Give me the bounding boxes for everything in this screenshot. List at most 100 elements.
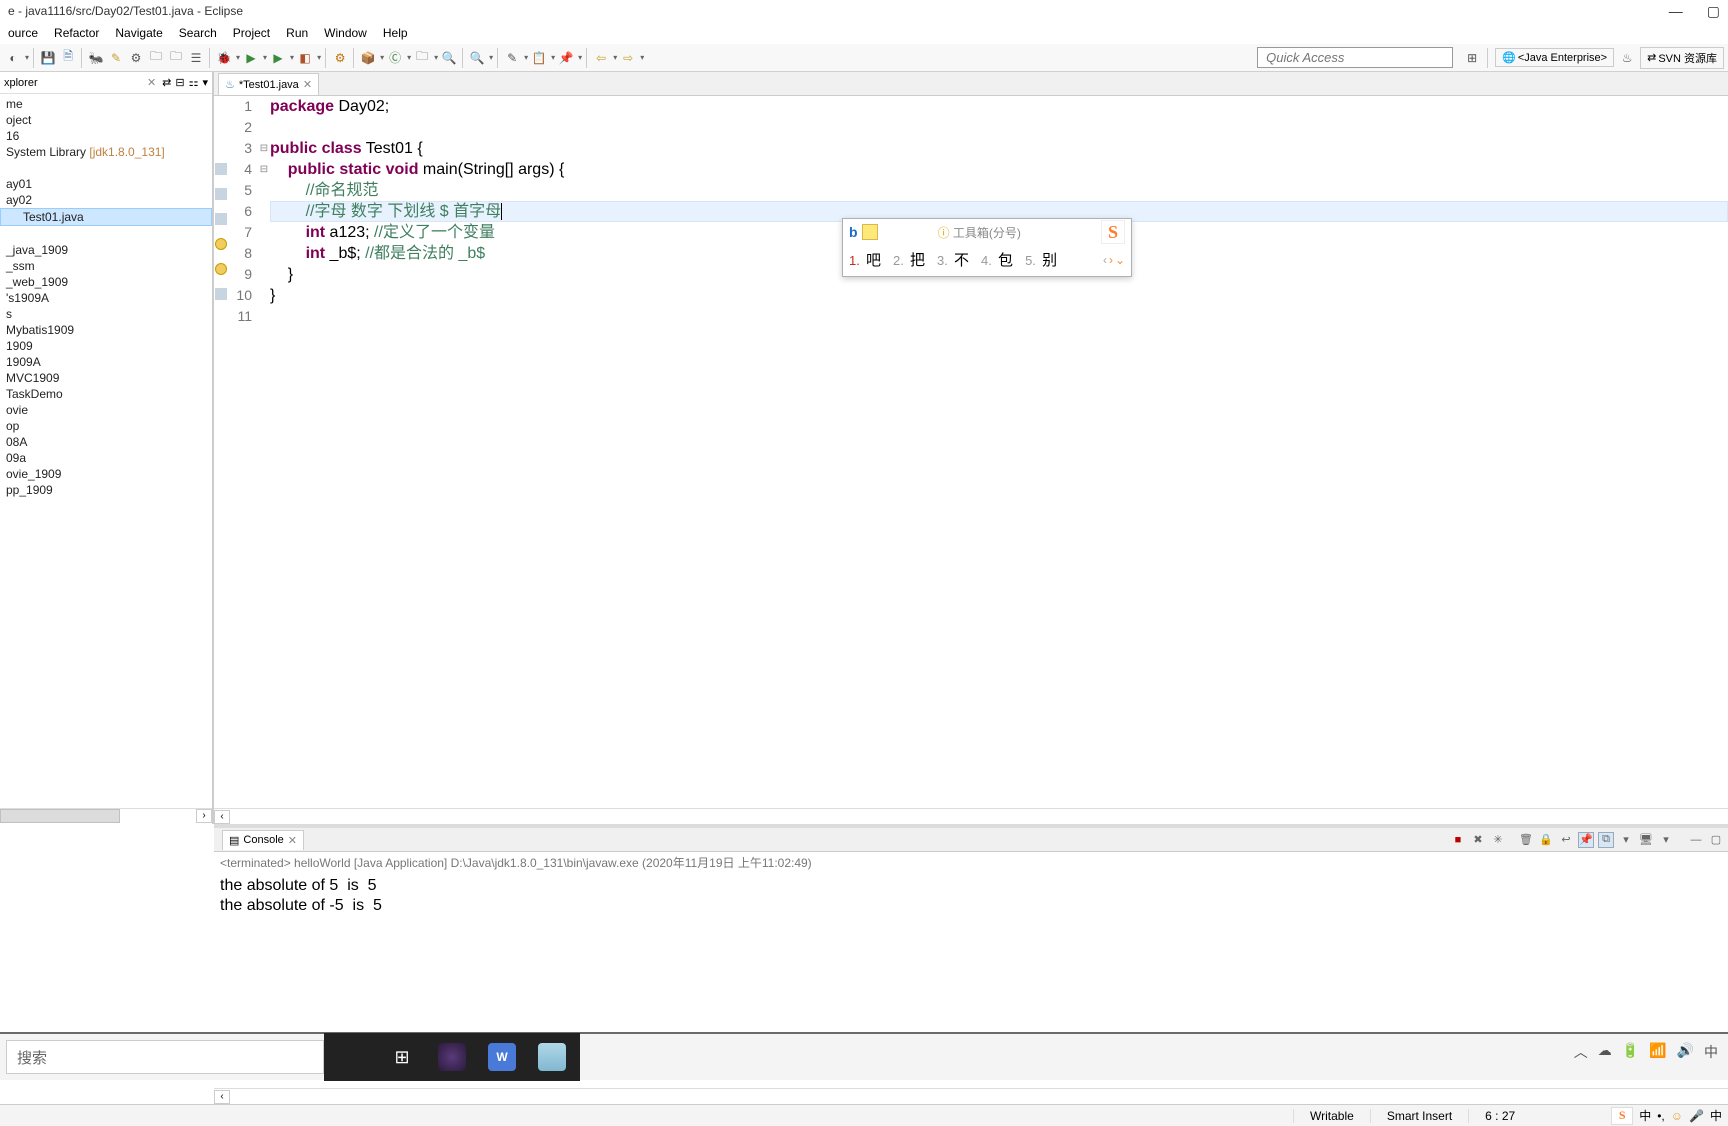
- menu-refactor[interactable]: Refactor: [48, 24, 105, 42]
- minimize-icon[interactable]: —: [1669, 3, 1683, 20]
- ext-tool-icon[interactable]: ⚙: [331, 49, 349, 67]
- tree-item[interactable]: s: [0, 306, 212, 322]
- debug-icon[interactable]: 🐞: [215, 49, 233, 67]
- link-editor-icon[interactable]: ⊟: [175, 76, 184, 89]
- tray-onedrive-icon[interactable]: ☁: [1598, 1042, 1612, 1062]
- ime-next-icon[interactable]: ›: [1109, 253, 1113, 267]
- warning-icon[interactable]: [215, 263, 227, 275]
- filter-icon[interactable]: ⚏: [189, 76, 199, 89]
- forward-icon[interactable]: ⇨: [619, 49, 637, 67]
- search2-icon[interactable]: 🔍: [468, 49, 486, 67]
- tree-item[interactable]: pp_1909: [0, 482, 212, 498]
- tray-wifi-icon[interactable]: 📶: [1649, 1042, 1666, 1062]
- maximize-icon[interactable]: ▢: [1707, 3, 1720, 20]
- close-icon[interactable]: ✕: [303, 78, 312, 91]
- word-wrap-icon[interactable]: ↩: [1558, 832, 1574, 848]
- tray-volume-icon[interactable]: 🔊: [1677, 1042, 1694, 1062]
- terminate-icon[interactable]: ■: [1450, 832, 1466, 848]
- menu-search[interactable]: Search: [173, 24, 223, 42]
- pin-console-icon[interactable]: 📌: [1578, 832, 1594, 848]
- quick-access-input[interactable]: [1257, 47, 1453, 68]
- tree-item[interactable]: _ssm: [0, 258, 212, 274]
- warning-icon[interactable]: [215, 238, 227, 250]
- maximize-icon[interactable]: ▢: [1708, 832, 1724, 848]
- ime-candidate[interactable]: 5. 别: [1025, 249, 1057, 270]
- scroll-thumb[interactable]: [0, 809, 120, 823]
- menu-navigate[interactable]: Navigate: [109, 24, 168, 42]
- editor-hscroll[interactable]: ‹: [214, 808, 1728, 824]
- tree-item[interactable]: [0, 226, 212, 242]
- perspective-java-icon[interactable]: ♨: [1618, 49, 1636, 67]
- sogou-icon[interactable]: S: [1611, 1107, 1633, 1125]
- remove-launch-icon[interactable]: ✖: [1470, 832, 1486, 848]
- menu-project[interactable]: Project: [227, 24, 276, 42]
- mic-icon[interactable]: 🎤: [1689, 1109, 1704, 1123]
- tree-item[interactable]: _java_1909: [0, 242, 212, 258]
- tree-item[interactable]: 1909: [0, 338, 212, 354]
- tree-item[interactable]: op: [0, 418, 212, 434]
- tree-item[interactable]: me: [0, 96, 212, 112]
- display-select-icon[interactable]: ⧉: [1598, 832, 1614, 848]
- tree-item[interactable]: ay01: [0, 176, 212, 192]
- tray-chevron-up-icon[interactable]: ︿: [1574, 1042, 1588, 1062]
- new-pkg-icon[interactable]: 📦: [359, 49, 377, 67]
- ime-prev-icon[interactable]: ‹: [1103, 253, 1107, 267]
- new-icon[interactable]: ◐: [4, 49, 22, 67]
- tool4-icon[interactable]: 🗀: [167, 49, 185, 67]
- punct-icon[interactable]: •,: [1657, 1109, 1665, 1123]
- emoji-icon[interactable]: ☺: [1671, 1109, 1683, 1123]
- ime-candidate[interactable]: 3. 不: [937, 249, 969, 270]
- ime-candidates[interactable]: 1. 吧2. 把3. 不4. 包5. 别‹›⌄: [843, 245, 1131, 276]
- open-type-icon[interactable]: 🔍: [440, 49, 458, 67]
- perspective-java-ee[interactable]: 🌐 <Java Enterprise>: [1495, 48, 1614, 67]
- taskbar-app-eclipse[interactable]: [428, 1036, 476, 1078]
- scroll-lock-icon[interactable]: 🔒: [1538, 832, 1554, 848]
- minimize-icon[interactable]: —: [1688, 832, 1704, 848]
- annot-icon[interactable]: ✎: [503, 49, 521, 67]
- lang-cn-icon[interactable]: 中: [1639, 1107, 1651, 1124]
- tree-item[interactable]: TaskDemo: [0, 386, 212, 402]
- close-icon[interactable]: ✕: [288, 834, 297, 847]
- tree-item[interactable]: 09a: [0, 450, 212, 466]
- wand-icon[interactable]: ✎: [107, 49, 125, 67]
- tree-item[interactable]: Test01.java: [0, 208, 212, 226]
- coverage-icon[interactable]: ◧: [296, 49, 314, 67]
- tray-ime-icon[interactable]: 中: [1704, 1042, 1718, 1062]
- tool3-icon[interactable]: 🗀: [147, 49, 165, 67]
- menu-window[interactable]: Window: [318, 24, 373, 42]
- tree-item[interactable]: MVC1909: [0, 370, 212, 386]
- code-editor[interactable]: 1234567891011 ⊟ ⊟ package Day02; public …: [214, 96, 1728, 808]
- back-icon[interactable]: ⇦: [592, 49, 610, 67]
- view-menu-icon[interactable]: ▾: [202, 76, 208, 89]
- run-ext-icon[interactable]: ▶: [269, 49, 287, 67]
- taskbar-app-wps[interactable]: W: [478, 1036, 526, 1078]
- tree-item[interactable]: 08A: [0, 434, 212, 450]
- tree-item[interactable]: 16: [0, 128, 212, 144]
- explorer-hscroll[interactable]: ›: [0, 808, 212, 824]
- scroll-left-icon[interactable]: ‹: [214, 1090, 230, 1104]
- tree-item[interactable]: 1909A: [0, 354, 212, 370]
- taskbar-search[interactable]: 搜索: [6, 1040, 324, 1074]
- console-tab[interactable]: ▤ Console ✕: [222, 830, 304, 850]
- dd2-icon[interactable]: ▾: [1658, 832, 1674, 848]
- open-console-icon[interactable]: 🖥: [1638, 832, 1654, 848]
- tree-item[interactable]: System Library [jdk1.8.0_131]: [0, 144, 212, 160]
- tree-item[interactable]: oject: [0, 112, 212, 128]
- scroll-left-icon[interactable]: ‹: [214, 810, 230, 824]
- scroll-right-icon[interactable]: ›: [196, 809, 212, 823]
- remove-all-icon[interactable]: ✳: [1490, 832, 1506, 848]
- cortana-button[interactable]: [328, 1036, 376, 1078]
- tree-item[interactable]: 's1909A: [0, 290, 212, 306]
- save-icon[interactable]: 💾: [39, 49, 57, 67]
- lang-cn2-icon[interactable]: 中: [1710, 1107, 1722, 1124]
- ime-expand-icon[interactable]: ⌄: [1115, 253, 1125, 267]
- tree-item[interactable]: Mybatis1909: [0, 322, 212, 338]
- menu-help[interactable]: Help: [377, 24, 414, 42]
- editor-tab[interactable]: ♨ *Test01.java ✕: [218, 73, 319, 95]
- taskbar-app-other[interactable]: [528, 1036, 576, 1078]
- ime-candidate[interactable]: 2. 把: [893, 249, 925, 270]
- tree-item[interactable]: ovie_1909: [0, 466, 212, 482]
- clear-icon[interactable]: 🗑: [1518, 832, 1534, 848]
- explorer-close-icon[interactable]: ✕: [147, 76, 156, 89]
- run-icon[interactable]: ▶: [242, 49, 260, 67]
